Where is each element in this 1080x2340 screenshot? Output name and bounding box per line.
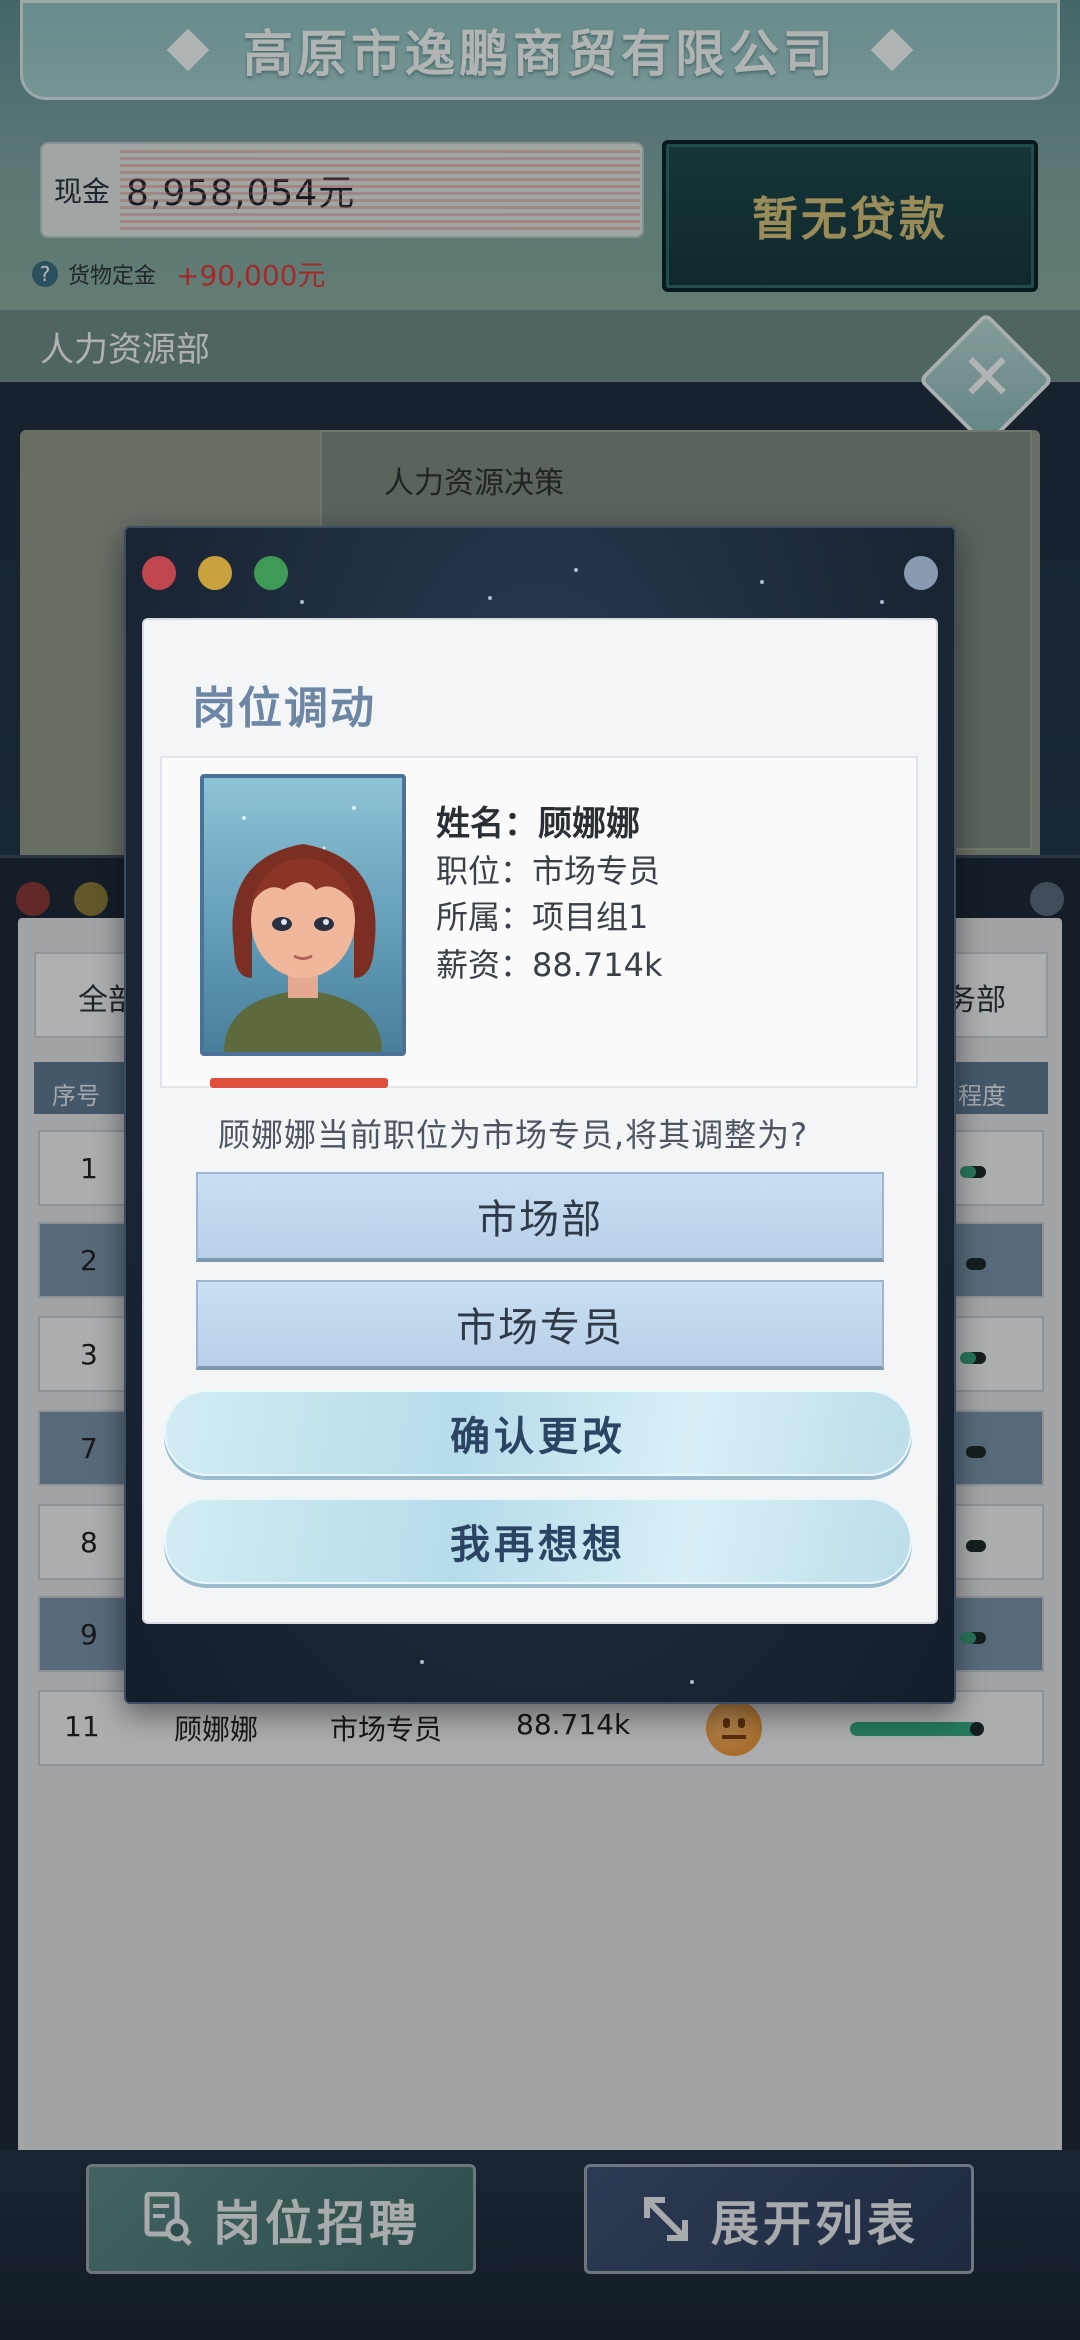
confirm-change-button[interactable]: 确认更改	[164, 1390, 912, 1476]
employee-name: 姓名：顾娜娜	[436, 804, 640, 844]
position-select[interactable]: 市场专员	[196, 1280, 884, 1370]
modal-title: 岗位调动	[192, 683, 376, 734]
employee-group: 所属：项目组1	[436, 898, 649, 936]
modal-maximize-dot	[254, 556, 288, 590]
reconsider-label: 我再想想	[450, 1522, 626, 1568]
transfer-question: 顾娜娜当前职位为市场专员,将其调整为?	[218, 1116, 809, 1154]
department-select-value: 市场部	[477, 1197, 603, 1243]
modal-close-dot	[142, 556, 176, 590]
employee-portrait	[200, 774, 406, 1056]
department-select[interactable]: 市场部	[196, 1172, 884, 1262]
position-select-value: 市场专员	[456, 1305, 624, 1351]
modal-minimize-dot	[198, 556, 232, 590]
status-bar	[210, 1078, 388, 1088]
modal-option-dot	[904, 556, 938, 590]
confirm-change-label: 确认更改	[450, 1414, 626, 1460]
reconsider-button[interactable]: 我再想想	[164, 1498, 912, 1584]
employee-salary: 薪资：88.714k	[436, 946, 663, 984]
employee-role: 职位：市场专员	[436, 852, 661, 890]
